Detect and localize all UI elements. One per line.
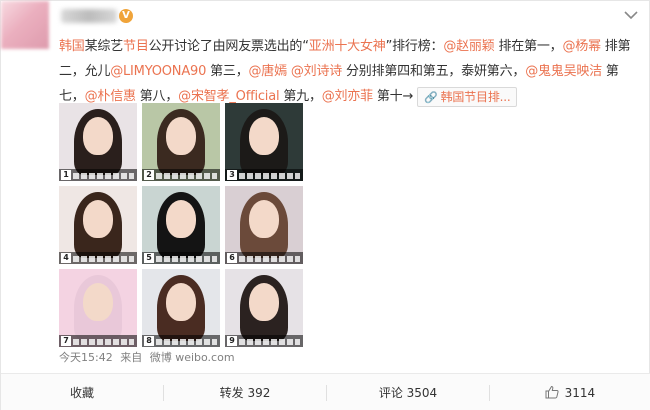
photo-face-shape: [249, 283, 279, 321]
post-text: 韩国某综艺节目公开讨论了由网友票选出的“亚洲十大女神”排行榜：@赵丽颖 排在第一…: [59, 34, 639, 109]
user-mention-link[interactable]: @LIMYOONA90: [110, 64, 206, 79]
user-mention-link[interactable]: @宋智孝_Official: [178, 89, 279, 104]
caption-text-mark: [239, 256, 300, 262]
post-text-segment: 分别排第四和第五，泰妍第六，: [342, 64, 526, 79]
post-image-thumbnail[interactable]: 8: [142, 269, 220, 347]
weibo-post-card: V 韩国某综艺节目公开讨论了由网友票选出的“亚洲十大女神”排行榜：@赵丽颖 排在…: [0, 0, 650, 410]
rank-number: 9: [227, 336, 237, 346]
post-image-thumbnail[interactable]: 1: [59, 103, 137, 181]
rank-number: 5: [144, 253, 154, 263]
verified-badge-icon: V: [119, 9, 133, 23]
favorite-button[interactable]: 收藏: [1, 374, 163, 410]
photo-face-shape: [166, 283, 196, 321]
post-image-thumbnail[interactable]: 6: [225, 186, 303, 264]
photo-face-shape: [83, 200, 113, 238]
user-mention-link[interactable]: @赵丽颖: [443, 39, 494, 54]
keyword-highlight: 女神: [359, 39, 386, 54]
rank-number: 1: [61, 170, 71, 180]
thumbs-up-icon: [545, 376, 559, 399]
post-text-segment: 第十→: [372, 89, 414, 104]
caption-text-mark: [239, 339, 300, 345]
post-image-thumbnail[interactable]: 5: [142, 186, 220, 264]
repost-label: 转发 392: [219, 386, 271, 400]
photo-face-shape: [83, 117, 113, 155]
photo-face-shape: [166, 117, 196, 155]
post-image-thumbnail[interactable]: 9: [225, 269, 303, 347]
user-mention-link[interactable]: @唐嫣: [249, 64, 288, 79]
caption-text-mark: [73, 339, 134, 345]
topic-link-label: 韩国节目排...: [440, 89, 511, 104]
post-text-segment: ”排行榜：: [385, 39, 444, 54]
photo-face-shape: [83, 283, 113, 321]
chevron-down-svg: [624, 11, 638, 20]
post-text-segment: 排在第一，: [494, 39, 563, 54]
post-text-segment: 第九，: [279, 89, 322, 104]
keyword-highlight: 韩国: [59, 39, 85, 54]
post-time[interactable]: 今天15:42: [59, 351, 113, 364]
link-icon: 🔗: [424, 90, 438, 104]
rank-number: 3: [227, 170, 237, 180]
rank-number: 2: [144, 170, 154, 180]
post-source[interactable]: 微博 weibo.com: [150, 351, 235, 364]
favorite-label: 收藏: [69, 386, 94, 400]
user-mention-link[interactable]: @鬼鬼吴映洁: [525, 64, 602, 79]
keyword-highlight: 节目: [123, 39, 149, 54]
chevron-down-icon[interactable]: [623, 9, 639, 21]
action-bar: 收藏 转发 392 评论 3504 3114: [1, 373, 650, 410]
post-text-segment: 公开讨论了由网友票选出的“: [148, 39, 309, 54]
caption-text-mark: [73, 256, 134, 262]
rank-number: 8: [144, 336, 154, 346]
user-mention-link[interactable]: @朴信惠: [85, 89, 136, 104]
caption-text-mark: [239, 173, 300, 179]
caption-text-mark: [156, 173, 217, 179]
caption-text-mark: [73, 173, 134, 179]
photo-face-shape: [249, 117, 279, 155]
post-meta: 今天15:42 来自 微博 weibo.com: [59, 349, 239, 365]
post-text-segment: 第三，: [206, 64, 249, 79]
keyword-highlight: 亚洲十大: [308, 39, 360, 54]
comment-label: 评论 3504: [378, 386, 438, 400]
photo-face-shape: [166, 200, 196, 238]
caption-text-mark: [156, 256, 217, 262]
user-mention-link[interactable]: @刘诗诗: [291, 64, 342, 79]
post-image-thumbnail[interactable]: 2: [142, 103, 220, 181]
username-redacted[interactable]: [61, 9, 117, 23]
caption-text-mark: [156, 339, 217, 345]
post-from-label: 来自: [120, 351, 143, 364]
comment-button[interactable]: 评论 3504: [327, 374, 489, 410]
post-text-segment: 第八，: [135, 89, 179, 104]
like-button[interactable]: 3114: [490, 374, 650, 410]
like-count: 3114: [564, 386, 596, 400]
topic-link[interactable]: 🔗 韩国节目排...: [417, 86, 518, 107]
repost-button[interactable]: 转发 392: [164, 374, 326, 410]
thumbs-up-svg: [545, 385, 559, 399]
post-image-thumbnail[interactable]: 7: [59, 269, 137, 347]
avatar[interactable]: [1, 1, 49, 49]
post-image-thumbnail[interactable]: 3: [225, 103, 303, 181]
post-text-segment: 某综艺: [84, 39, 124, 54]
user-mention-link[interactable]: @杨幂: [562, 39, 601, 54]
rank-number: 4: [61, 253, 71, 263]
rank-number: 6: [227, 253, 237, 263]
user-mention-link[interactable]: @刘亦菲: [322, 89, 373, 104]
rank-number: 7: [61, 336, 71, 346]
post-image-thumbnail[interactable]: 4: [59, 186, 137, 264]
photo-face-shape: [249, 200, 279, 238]
